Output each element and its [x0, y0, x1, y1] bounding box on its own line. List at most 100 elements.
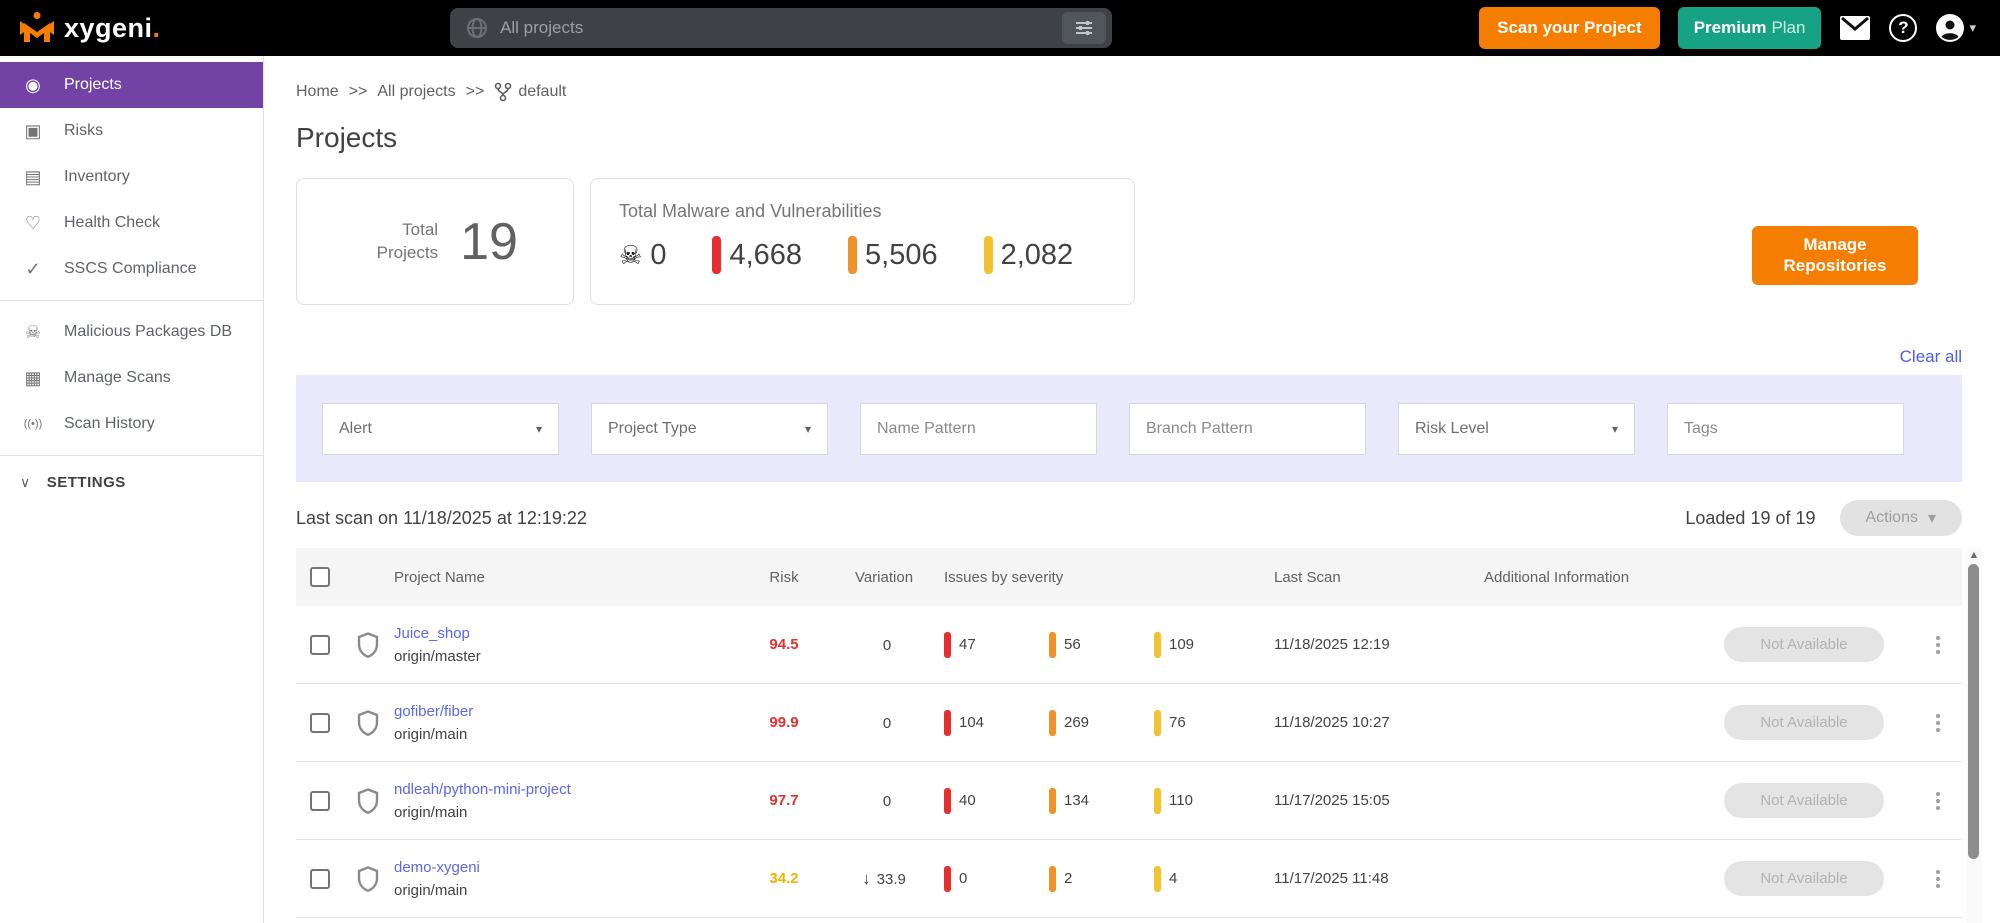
critical-severity-bar-icon — [944, 631, 951, 658]
brand-text: xygeni — [64, 12, 153, 43]
critical-count: 47 — [959, 636, 976, 653]
risk-level-filter-select[interactable]: Risk Level ▾ — [1398, 402, 1635, 455]
project-type-filter-select[interactable]: Project Type ▾ — [591, 402, 828, 455]
skull-icon: ☠ — [619, 239, 643, 270]
tags-input[interactable] — [1684, 419, 1887, 438]
not-available-button: Not Available — [1724, 627, 1884, 662]
variation-value: 0 — [882, 714, 892, 732]
critical-severity-bar-icon — [944, 865, 951, 892]
alert-filter-select[interactable]: Alert ▾ — [322, 402, 559, 455]
manage-repositories-button[interactable]: Manage Repositories — [1752, 226, 1918, 285]
last-scan-value: 11/17/2025 11:48 — [1274, 870, 1389, 887]
breadcrumb-separator: >> — [465, 83, 485, 100]
breadcrumb-current: default — [518, 83, 567, 100]
project-link[interactable]: demo-xygeni — [394, 859, 744, 876]
row-checkbox[interactable] — [310, 634, 330, 655]
malware-card-title: Total Malware and Vulnerabilities — [619, 201, 882, 221]
actions-button[interactable]: Actions ▾ — [1839, 500, 1962, 536]
breadcrumb-home[interactable]: Home — [296, 83, 339, 101]
clear-all-link[interactable]: Clear all — [1900, 347, 1962, 367]
sidebar-item-label: Projects — [64, 76, 122, 93]
sidebar-item-manage-scans[interactable]: ▦ Manage Scans — [0, 355, 263, 401]
sidebar-item-risks[interactable]: ▣ Risks — [0, 108, 263, 154]
issues-by-severity-cell: 0 2 4 — [944, 865, 1274, 892]
high-count: 5,506 — [848, 236, 938, 274]
row-menu-button[interactable] — [1914, 635, 1962, 654]
total-projects-label: Total Projects — [376, 220, 439, 262]
not-available-button: Not Available — [1724, 705, 1884, 740]
filter-bar: Alert ▾ Project Type ▾ Risk Level ▾ — [296, 375, 1962, 482]
medium-count: 2,082 — [983, 236, 1073, 274]
sidebar-settings-toggle[interactable]: ∨ SETTINGS — [0, 474, 263, 491]
projects-icon: ◉ — [25, 74, 41, 95]
name-pattern-field — [860, 402, 1097, 455]
high-severity-bar-icon — [848, 236, 858, 274]
scope-filter-button[interactable] — [1062, 12, 1107, 44]
account-menu-button[interactable]: ▾ — [1935, 13, 1976, 43]
table-row: ndleah/python-mini-project origin/main 9… — [296, 762, 1962, 840]
row-checkbox[interactable] — [310, 712, 330, 733]
column-risk: Risk — [769, 568, 799, 586]
sidebar-item-health-check[interactable]: ♡ Health Check — [0, 200, 263, 246]
premium-plan-button[interactable]: Premium Plan — [1677, 7, 1822, 49]
scope-label: All projects — [500, 18, 584, 37]
breadcrumb-branch[interactable]: default — [494, 82, 566, 102]
last-scan-text: Last scan on 11/18/2025 at 12:19:22 — [296, 507, 587, 528]
plan-light-text: Plan — [1771, 18, 1806, 37]
select-all-checkbox[interactable] — [310, 567, 330, 587]
name-pattern-input[interactable] — [877, 419, 1080, 438]
issues-by-severity-cell: 104 269 76 — [944, 709, 1274, 736]
critical-count: 4,668 — [712, 236, 802, 274]
breadcrumb: Home >> All projects >> default — [296, 82, 1962, 102]
medium-severity-bar-icon — [1154, 631, 1161, 658]
high-severity-bar-icon — [1049, 787, 1056, 814]
row-checkbox[interactable] — [310, 790, 330, 811]
compliance-check-icon: ✓ — [25, 258, 41, 279]
project-link[interactable]: Juice_shop — [394, 625, 744, 642]
question-mark-icon: ? — [1889, 14, 1918, 42]
sidebar-item-sscs-compliance[interactable]: ✓ SSCS Compliance — [0, 246, 263, 292]
dropdown-caret-icon: ▾ — [535, 421, 542, 436]
sidebar-item-label: Risks — [64, 122, 104, 139]
scrollbar-up-arrow-icon[interactable]: ▲ — [1966, 548, 1982, 562]
sidebar-item-inventory[interactable]: ▤ Inventory — [0, 154, 263, 200]
row-menu-button[interactable] — [1914, 791, 1962, 810]
breadcrumb-all-projects[interactable]: All projects — [377, 83, 455, 101]
dropdown-caret-icon: ▾ — [1611, 421, 1618, 436]
sidebar-item-scan-history[interactable]: ((•)) Scan History — [0, 401, 263, 447]
variation-value: 0 — [882, 792, 892, 810]
project-branch: origin/main — [394, 881, 468, 899]
top-header: xygeni. All projects Scan your Project P… — [0, 0, 2000, 56]
help-button[interactable]: ? — [1889, 14, 1918, 42]
sidebar-item-malicious-packages-db[interactable]: ☠ Malicious Packages DB — [0, 309, 263, 355]
not-available-button: Not Available — [1724, 861, 1884, 896]
not-available-button: Not Available — [1724, 783, 1884, 818]
git-branch-icon — [495, 82, 512, 102]
shield-icon — [342, 865, 394, 892]
sidebar-item-label: Scan History — [64, 415, 155, 432]
sidebar-item-projects[interactable]: ◉ Projects — [0, 62, 263, 108]
branch-pattern-input[interactable] — [1146, 419, 1349, 438]
column-additional-information: Additional Information — [1484, 568, 1630, 586]
project-scope-selector[interactable]: All projects — [450, 8, 1113, 48]
row-menu-button[interactable] — [1914, 713, 1962, 732]
projects-table: Project Name Risk Variation Issues by se… — [296, 548, 1982, 923]
row-menu-button[interactable] — [1914, 869, 1962, 888]
scan-your-project-button[interactable]: Scan your Project — [1479, 7, 1660, 49]
table-scrollbar[interactable]: ▲ — [1966, 548, 1982, 923]
globe-icon — [467, 18, 488, 38]
project-branch: origin/master — [394, 647, 481, 665]
project-link[interactable]: gofiber/fiber — [394, 703, 744, 720]
medium-count: 110 — [1169, 792, 1193, 809]
broadcast-icon: ((•)) — [23, 418, 43, 430]
medium-severity-bar-icon — [983, 236, 993, 274]
project-link[interactable]: ndleah/python-mini-project — [394, 781, 744, 798]
brand-logo[interactable]: xygeni. — [18, 11, 160, 45]
mail-button[interactable] — [1839, 15, 1871, 41]
row-checkbox[interactable] — [310, 868, 330, 889]
project-branch: origin/main — [394, 803, 468, 821]
page-title: Projects — [296, 122, 398, 153]
high-severity-bar-icon — [1049, 865, 1056, 892]
scrollbar-thumb[interactable] — [1968, 564, 1979, 859]
medium-severity-bar-icon — [1154, 709, 1161, 736]
